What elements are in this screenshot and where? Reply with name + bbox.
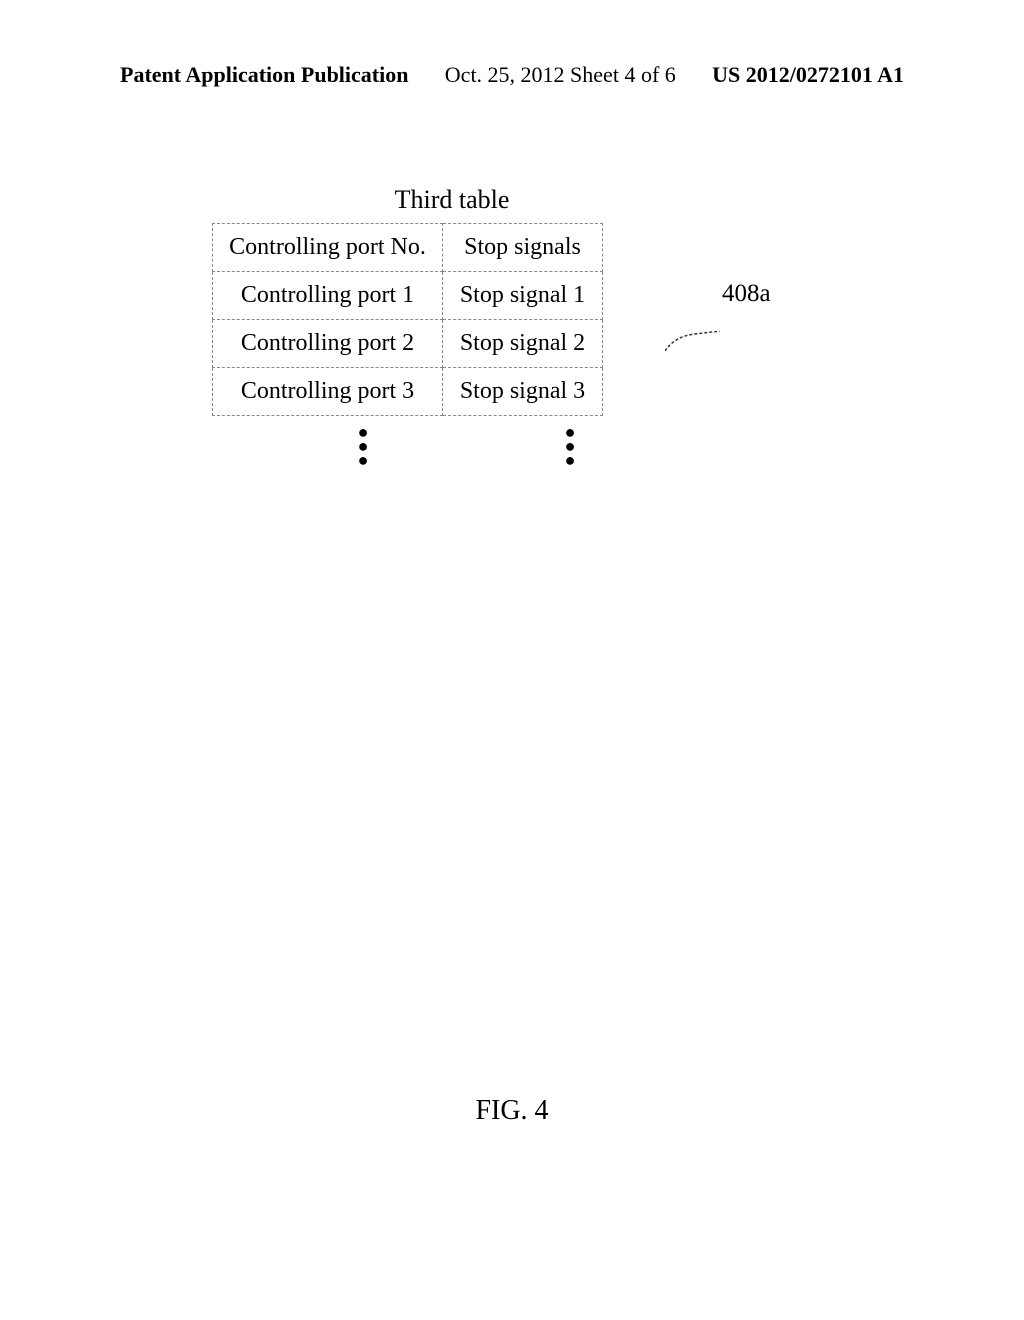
table-row: Controlling port 2 Stop signal 2: [213, 320, 603, 368]
continuation-dots-row: ●●● ●●●: [212, 425, 822, 467]
table-row: Controlling port 1 Stop signal 1: [213, 272, 603, 320]
table-cell: Stop signal 1: [443, 272, 603, 320]
continuation-dots-icon: ●●●: [212, 425, 474, 467]
leader-line-icon: [665, 331, 745, 371]
page-header: Patent Application Publication Oct. 25, …: [0, 62, 1024, 88]
figure-container: Third table Controlling port No. Stop si…: [202, 185, 822, 467]
header-center: Oct. 25, 2012 Sheet 4 of 6: [445, 62, 676, 88]
table-cell: Stop signal 2: [443, 320, 603, 368]
table-cell: Controlling port 1: [213, 272, 443, 320]
table-wrapper: Controlling port No. Stop signals Contro…: [212, 223, 603, 416]
figure-caption: FIG. 4: [475, 1095, 548, 1127]
table-row: Controlling port 3 Stop signal 3: [213, 368, 603, 416]
table-cell: Stop signal 3: [443, 368, 603, 416]
header-right: US 2012/0272101 A1: [712, 62, 904, 88]
third-table: Controlling port No. Stop signals Contro…: [212, 223, 603, 416]
table-cell: Controlling port 2: [213, 320, 443, 368]
table-row: Controlling port No. Stop signals: [213, 224, 603, 272]
table-cell: Controlling port 3: [213, 368, 443, 416]
reference-label: 408a: [722, 280, 771, 308]
table-title: Third table: [82, 185, 822, 215]
header-left: Patent Application Publication: [120, 62, 408, 88]
table-header-cell: Controlling port No.: [213, 224, 443, 272]
continuation-dots-icon: ●●●: [474, 425, 666, 467]
table-header-cell: Stop signals: [443, 224, 603, 272]
